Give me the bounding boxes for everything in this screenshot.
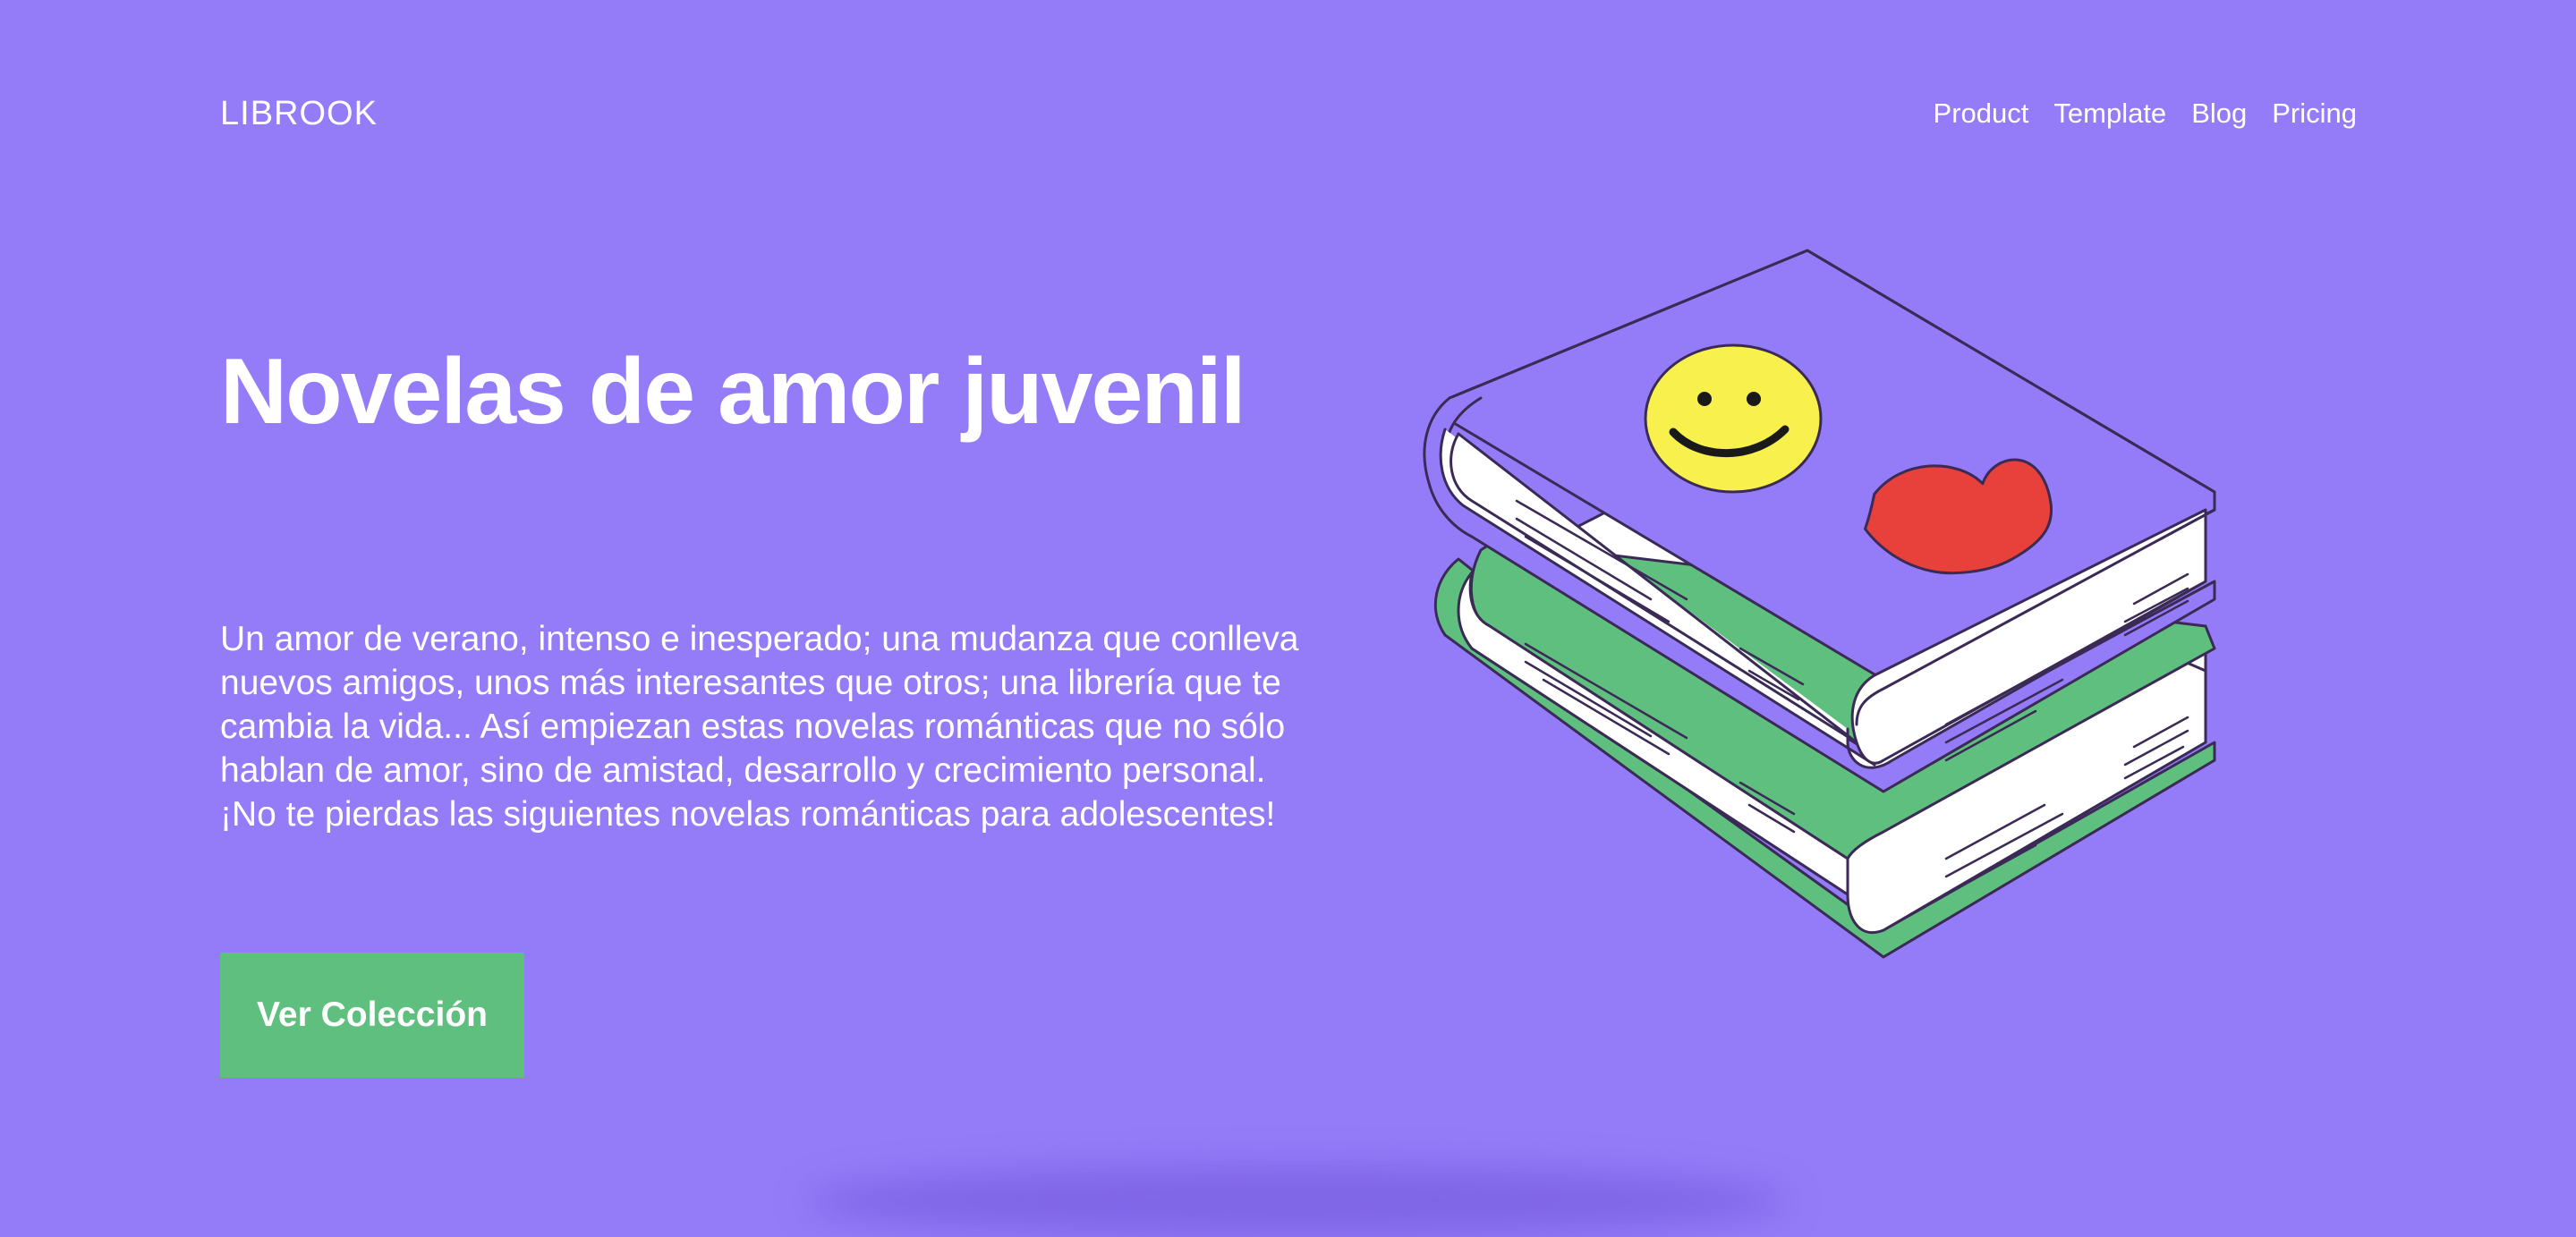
landing-page: LIBROOK Product Template Blog Pricing No…: [0, 0, 2576, 1237]
nav-link-template[interactable]: Template: [2053, 91, 2166, 136]
logo[interactable]: LIBROOK: [220, 91, 378, 136]
hero-title: Novelas de amor juvenil: [220, 340, 1246, 444]
view-collection-button[interactable]: Ver Colección: [220, 953, 524, 1078]
bottom-shadow: [805, 1165, 1790, 1237]
hero-description: Un amor de verano, intenso e inesperado;…: [220, 620, 1299, 834]
nav-link-product[interactable]: Product: [1934, 91, 2029, 136]
stacked-books-illustration: [1423, 249, 2216, 959]
main-nav: Product Template Blog Pricing: [1934, 91, 2357, 136]
smiley-face-icon: [1644, 343, 1823, 494]
nav-link-blog[interactable]: Blog: [2191, 91, 2247, 136]
nav-link-pricing[interactable]: Pricing: [2272, 91, 2357, 136]
